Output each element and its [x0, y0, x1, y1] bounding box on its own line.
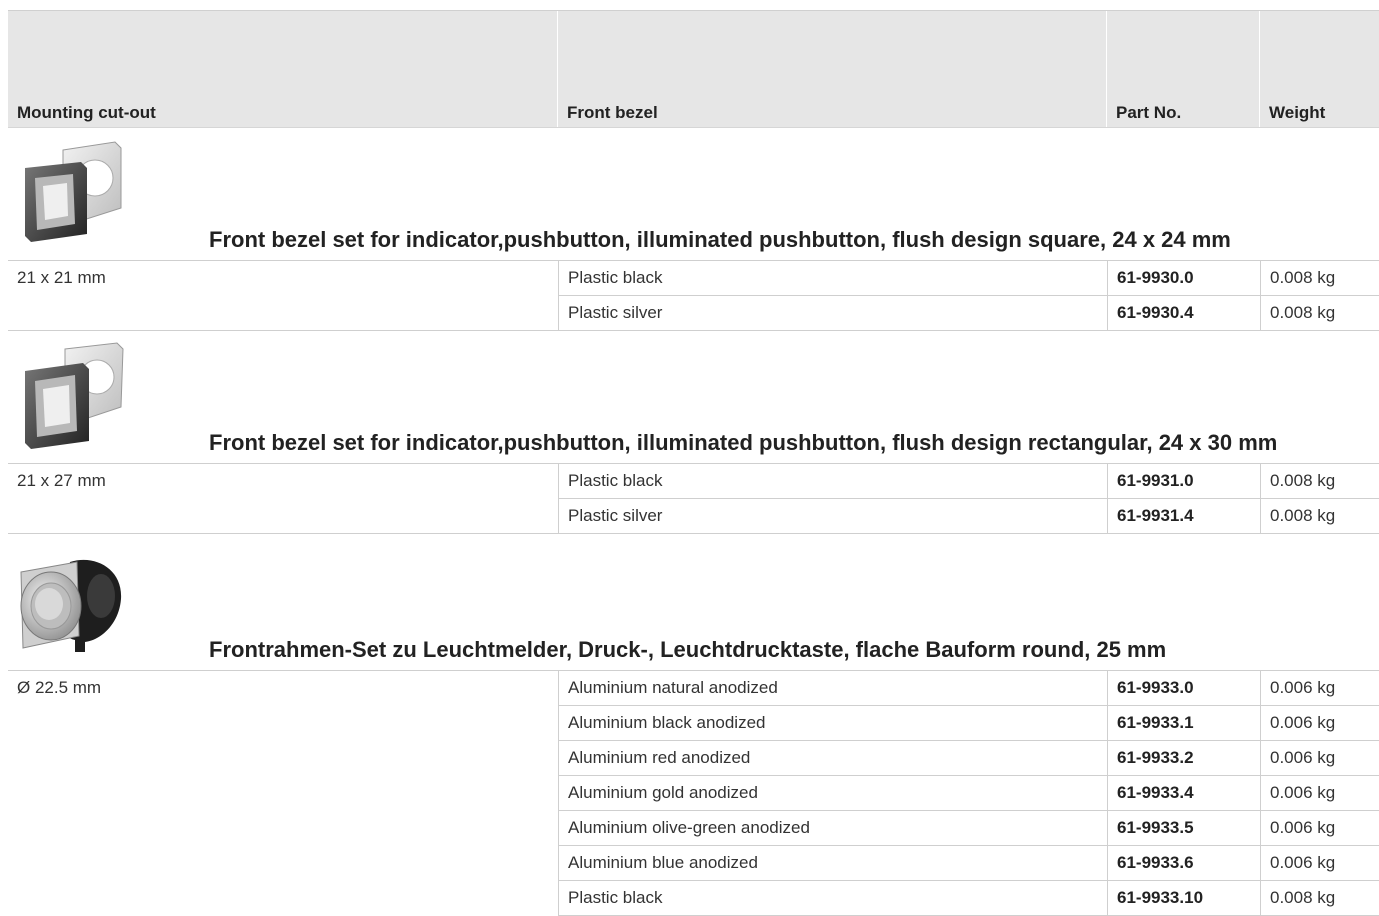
cutout-cell-empty [8, 706, 558, 741]
table-row: Plastic black 61-9933.10 0.008 kg [8, 881, 1379, 916]
header-front-bezel: Front bezel [558, 11, 1107, 127]
weight-cell: 0.008 kg [1260, 499, 1379, 534]
bezel-cell: Plastic black [558, 881, 1107, 916]
product-group-rectangular: Front bezel set for indicator,pushbutton… [8, 331, 1379, 534]
table-row: Aluminium blue anodized 61-9933.6 0.006 … [8, 846, 1379, 881]
weight-cell: 0.006 kg [1260, 671, 1379, 706]
part-number-cell: 61-9933.2 [1107, 741, 1260, 776]
product-group-square: Front bezel set for indicator,pushbutton… [8, 127, 1379, 331]
part-number-cell: 61-9933.5 [1107, 811, 1260, 846]
bezel-cell: Aluminium blue anodized [558, 846, 1107, 881]
bezel-cell: Plastic black [558, 464, 1107, 499]
cutout-cell-empty [8, 846, 558, 881]
header-part-no: Part No. [1107, 11, 1260, 127]
cutout-cell: 21 x 21 mm [17, 268, 106, 287]
cutout-cell-empty [8, 296, 558, 331]
group-heading: Front bezel set for indicator,pushbutton… [8, 331, 1379, 464]
square-bezel-set-icon [25, 141, 122, 242]
part-number-cell: 61-9933.0 [1107, 671, 1260, 706]
table-row: 21 x 27 mm Plastic black 61-9931.0 0.008… [8, 464, 1379, 499]
weight-cell: 0.006 kg [1260, 811, 1379, 846]
weight-cell: 0.008 kg [1260, 464, 1379, 499]
part-number-cell: 61-9933.4 [1107, 776, 1260, 811]
part-number-cell: 61-9930.4 [1107, 296, 1260, 331]
weight-cell: 0.006 kg [1260, 846, 1379, 881]
round-bezel-set-icon [20, 559, 122, 652]
group-title: Front bezel set for indicator,pushbutton… [209, 430, 1278, 455]
group-heading: Front bezel set for indicator,pushbutton… [8, 127, 1379, 261]
weight-cell: 0.008 kg [1260, 261, 1379, 296]
bezel-cell: Plastic black [558, 261, 1107, 296]
rectangular-bezel-set-icon [25, 342, 124, 449]
part-number-cell: 61-9933.1 [1107, 706, 1260, 741]
bezel-cell: Aluminium red anodized [558, 741, 1107, 776]
cutout-cell-empty [8, 776, 558, 811]
table-row: Ø 22.5 mm Aluminium natural anodized 61-… [8, 671, 1379, 706]
bezel-cell: Aluminium olive-green anodized [558, 811, 1107, 846]
table-header: Mounting cut-out Front bezel Part No. We… [8, 10, 1379, 127]
weight-cell: 0.006 kg [1260, 741, 1379, 776]
cutout-cell-empty [8, 499, 558, 534]
cutout-cell-empty [8, 881, 558, 916]
weight-cell: 0.006 kg [1260, 706, 1379, 741]
weight-cell: 0.006 kg [1260, 776, 1379, 811]
cutout-cell-empty [8, 741, 558, 776]
table-row: Plastic silver 61-9931.4 0.008 kg [8, 499, 1379, 534]
table-row: Aluminium red anodized 61-9933.2 0.006 k… [8, 741, 1379, 776]
table-row: Aluminium black anodized 61-9933.1 0.006… [8, 706, 1379, 741]
product-table: Mounting cut-out Front bezel Part No. We… [8, 10, 1379, 916]
bezel-cell: Aluminium gold anodized [558, 776, 1107, 811]
weight-cell: 0.008 kg [1260, 881, 1379, 916]
product-group-round: Frontrahmen-Set zu Leuchtmelder, Druck-,… [8, 534, 1379, 916]
weight-cell: 0.008 kg [1260, 296, 1379, 331]
bezel-cell: Aluminium black anodized [558, 706, 1107, 741]
part-number-cell: 61-9931.0 [1107, 464, 1260, 499]
table-row: Plastic silver 61-9930.4 0.008 kg [8, 296, 1379, 331]
cutout-cell-empty [8, 811, 558, 846]
group-heading: Frontrahmen-Set zu Leuchtmelder, Druck-,… [8, 534, 1379, 671]
header-weight: Weight [1269, 103, 1326, 122]
part-number-cell: 61-9931.4 [1107, 499, 1260, 534]
part-number-cell: 61-9933.6 [1107, 846, 1260, 881]
cutout-cell: Ø 22.5 mm [17, 678, 102, 697]
bezel-cell: Plastic silver [558, 499, 1107, 534]
header-mounting-cutout: Mounting cut-out [8, 11, 558, 127]
table-row: 21 x 21 mm Plastic black 61-9930.0 0.008… [8, 261, 1379, 296]
group-title: Front bezel set for indicator,pushbutton… [209, 227, 1231, 252]
group-title: Frontrahmen-Set zu Leuchtmelder, Druck-,… [209, 637, 1167, 662]
table-row: Aluminium olive-green anodized 61-9933.5… [8, 811, 1379, 846]
part-number-cell: 61-9933.10 [1107, 881, 1260, 916]
part-number-cell: 61-9930.0 [1107, 261, 1260, 296]
bezel-cell: Plastic silver [558, 296, 1107, 331]
table-row: Aluminium gold anodized 61-9933.4 0.006 … [8, 776, 1379, 811]
cutout-cell: 21 x 27 mm [17, 471, 106, 490]
bezel-cell: Aluminium natural anodized [558, 671, 1107, 706]
